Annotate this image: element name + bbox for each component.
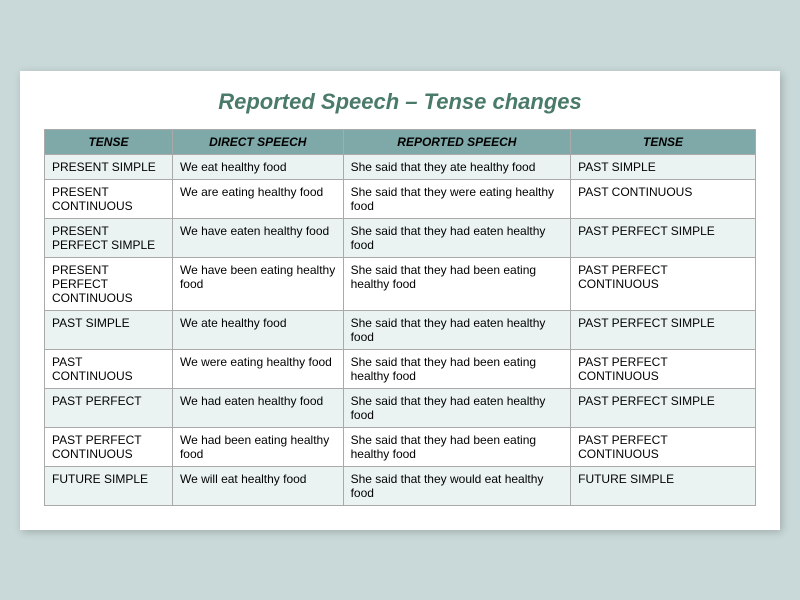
cell-tense: PRESENT CONTINUOUS — [45, 179, 173, 218]
cell-tense: FUTURE SIMPLE — [45, 466, 173, 505]
header-tense: TENSE — [45, 129, 173, 154]
cell-direct: We ate healthy food — [172, 310, 343, 349]
cell-direct: We eat healthy food — [172, 154, 343, 179]
cell-direct: We have eaten healthy food — [172, 218, 343, 257]
cell-tense: PRESENT SIMPLE — [45, 154, 173, 179]
cell-tense2: PAST SIMPLE — [571, 154, 756, 179]
table-row: PRESENT PERFECT CONTINUOUS We have been … — [45, 257, 756, 310]
cell-tense2: PAST PERFECT CONTINUOUS — [571, 257, 756, 310]
cell-tense2: PAST PERFECT SIMPLE — [571, 310, 756, 349]
cell-reported: She said that they ate healthy food — [343, 154, 571, 179]
tense-table: TENSE DIRECT SPEECH REPORTED SPEECH TENS… — [44, 129, 756, 506]
header-reported-speech: REPORTED SPEECH — [343, 129, 571, 154]
cell-tense2: PAST PERFECT CONTINUOUS — [571, 427, 756, 466]
cell-direct: We have been eating healthy food — [172, 257, 343, 310]
cell-tense2: FUTURE SIMPLE — [571, 466, 756, 505]
cell-reported: She said that they would eat healthy foo… — [343, 466, 571, 505]
cell-direct: We had eaten healthy food — [172, 388, 343, 427]
cell-tense2: PAST PERFECT SIMPLE — [571, 388, 756, 427]
cell-tense: PAST PERFECT — [45, 388, 173, 427]
header-tense2: TENSE — [571, 129, 756, 154]
header-direct-speech: DIRECT SPEECH — [172, 129, 343, 154]
cell-tense2: PAST PERFECT SIMPLE — [571, 218, 756, 257]
cell-reported: She said that they had been eating healt… — [343, 257, 571, 310]
table-row: PAST PERFECT CONTINUOUS We had been eati… — [45, 427, 756, 466]
table-row: PRESENT SIMPLE We eat healthy food She s… — [45, 154, 756, 179]
cell-direct: We were eating healthy food — [172, 349, 343, 388]
main-card: Reported Speech – Tense changes TENSE DI… — [20, 71, 780, 530]
table-row: PAST SIMPLE We ate healthy food She said… — [45, 310, 756, 349]
cell-tense2: PAST CONTINUOUS — [571, 179, 756, 218]
table-row: PRESENT CONTINUOUS We are eating healthy… — [45, 179, 756, 218]
cell-reported: She said that they had been eating healt… — [343, 349, 571, 388]
cell-direct: We are eating healthy food — [172, 179, 343, 218]
cell-tense: PRESENT PERFECT SIMPLE — [45, 218, 173, 257]
cell-tense: PAST CONTINUOUS — [45, 349, 173, 388]
cell-reported: She said that they had eaten healthy foo… — [343, 218, 571, 257]
cell-reported: She said that they had eaten healthy foo… — [343, 310, 571, 349]
table-row: PRESENT PERFECT SIMPLE We have eaten hea… — [45, 218, 756, 257]
cell-tense: PAST PERFECT CONTINUOUS — [45, 427, 173, 466]
cell-direct: We will eat healthy food — [172, 466, 343, 505]
cell-tense: PRESENT PERFECT CONTINUOUS — [45, 257, 173, 310]
cell-reported: She said that they had eaten healthy foo… — [343, 388, 571, 427]
page-title: Reported Speech – Tense changes — [44, 89, 756, 115]
cell-tense2: PAST PERFECT CONTINUOUS — [571, 349, 756, 388]
cell-tense: PAST SIMPLE — [45, 310, 173, 349]
cell-direct: We had been eating healthy food — [172, 427, 343, 466]
cell-reported: She said that they were eating healthy f… — [343, 179, 571, 218]
table-row: FUTURE SIMPLE We will eat healthy food S… — [45, 466, 756, 505]
table-row: PAST CONTINUOUS We were eating healthy f… — [45, 349, 756, 388]
table-row: PAST PERFECT We had eaten healthy food S… — [45, 388, 756, 427]
cell-reported: She said that they had been eating healt… — [343, 427, 571, 466]
